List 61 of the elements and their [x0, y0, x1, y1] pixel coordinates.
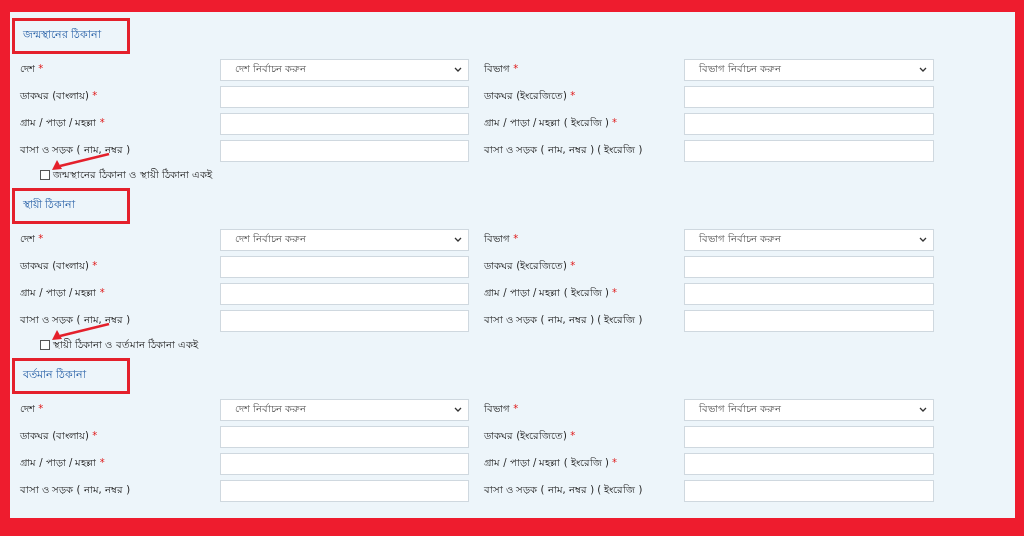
checkbox[interactable] — [40, 170, 50, 180]
input-field[interactable] — [684, 139, 934, 162]
field-label: ডাকঘর (বাংলায়) * — [20, 259, 99, 273]
field-label: দেশ * — [20, 402, 45, 416]
section-title: স্থায়ী ঠিকানা — [23, 198, 76, 211]
section-title: জন্মস্থানের ঠিকানা — [23, 28, 102, 41]
checkbox-label: জন্মস্থানের ঠিকানা ও স্থায়ী ঠিকানা একই — [53, 167, 212, 182]
field-label: ডাকঘর (বাংলায়) * — [20, 89, 99, 103]
field-label: বাসা ও সড়ক ( নাম, নম্বর ) — [20, 143, 132, 157]
input-field[interactable] — [220, 282, 469, 305]
input-field[interactable] — [220, 425, 469, 448]
input-field[interactable] — [220, 479, 469, 502]
chevron-icon — [919, 236, 927, 243]
field-label: বাসা ও সড়ক ( নাম, নম্বর ) ( ইংরেজি ) — [484, 483, 644, 497]
select-field[interactable]: বিভাগ নির্বাচন করুন — [684, 228, 934, 251]
field-label: ডাকঘর (ইংরেজিতে) * — [484, 429, 577, 443]
checkbox[interactable] — [40, 340, 50, 350]
select-field[interactable]: দেশ নির্বাচন করুন — [220, 398, 469, 421]
field-label: গ্রাম / পাড়া / মহল্লা * — [20, 456, 106, 470]
input-field[interactable] — [684, 425, 934, 448]
chevron-icon — [919, 406, 927, 413]
input-field[interactable] — [684, 112, 934, 135]
input-field[interactable] — [220, 309, 469, 332]
field-label: গ্রাম / পাড়া / মহল্লা ( ইংরেজি ) * — [484, 116, 618, 130]
input-field[interactable] — [220, 139, 469, 162]
input-field[interactable] — [220, 85, 469, 108]
input-field[interactable] — [220, 452, 469, 475]
field-label: বাসা ও সড়ক ( নাম, নম্বর ) ( ইংরেজি ) — [484, 313, 644, 327]
input-field[interactable] — [220, 255, 469, 278]
select-field[interactable]: বিভাগ নির্বাচন করুন — [684, 58, 934, 81]
field-label: ডাকঘর (ইংরেজিতে) * — [484, 259, 577, 273]
input-field[interactable] — [220, 112, 469, 135]
field-label: ডাকঘর (বাংলায়) * — [20, 429, 99, 443]
field-label: বাসা ও সড়ক ( নাম, নম্বর ) ( ইংরেজি ) — [484, 143, 644, 157]
checkbox-label: স্থায়ী ঠিকানা ও বর্তমান ঠিকানা একই — [53, 337, 198, 352]
field-label: গ্রাম / পাড়া / মহল্লা ( ইংরেজি ) * — [484, 286, 618, 300]
chevron-icon — [454, 236, 462, 243]
input-field[interactable] — [684, 85, 934, 108]
section-title: বর্তমান ঠিকানা — [23, 368, 87, 381]
select-field[interactable]: দেশ নির্বাচন করুন — [220, 58, 469, 81]
field-label: বিভাগ * — [484, 402, 520, 416]
field-label: গ্রাম / পাড়া / মহল্লা ( ইংরেজি ) * — [484, 456, 618, 470]
field-label: বাসা ও সড়ক ( নাম, নম্বর ) — [20, 483, 132, 497]
input-field[interactable] — [684, 309, 934, 332]
chevron-icon — [454, 406, 462, 413]
input-field[interactable] — [684, 282, 934, 305]
input-field[interactable] — [684, 452, 934, 475]
input-field[interactable] — [684, 479, 934, 502]
chevron-icon — [454, 66, 462, 73]
field-label: বাসা ও সড়ক ( নাম, নম্বর ) — [20, 313, 132, 327]
field-label: দেশ * — [20, 232, 45, 246]
field-label: বিভাগ * — [484, 232, 520, 246]
field-label: গ্রাম / পাড়া / মহল্লা * — [20, 286, 106, 300]
chevron-icon — [919, 66, 927, 73]
field-label: বিভাগ * — [484, 62, 520, 76]
select-field[interactable]: দেশ নির্বাচন করুন — [220, 228, 469, 251]
field-label: গ্রাম / পাড়া / মহল্লা * — [20, 116, 106, 130]
field-label: ডাকঘর (ইংরেজিতে) * — [484, 89, 577, 103]
input-field[interactable] — [684, 255, 934, 278]
select-field[interactable]: বিভাগ নির্বাচন করুন — [684, 398, 934, 421]
field-label: দেশ * — [20, 62, 45, 76]
